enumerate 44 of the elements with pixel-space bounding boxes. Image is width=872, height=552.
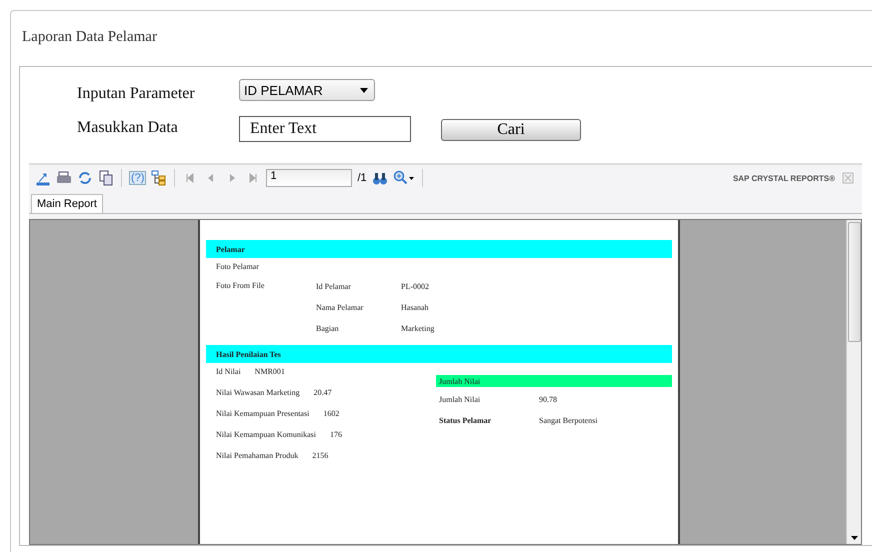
summary-value: Sangat Berpotensi (539, 416, 598, 425)
score-value: 2156 (312, 451, 328, 460)
summary-value: 90.78 (539, 395, 557, 404)
binoculars-icon[interactable] (372, 170, 388, 186)
brand-label: SAP CRYSTAL REPORTS® (732, 174, 835, 182)
score-label: Nilai Kemampuan Komunikasi (216, 430, 316, 439)
print-icon[interactable] (56, 170, 72, 186)
score-value: 176 (330, 430, 342, 439)
data-input-field[interactable]: Enter Text (239, 116, 411, 142)
scroll-down-icon[interactable] (850, 536, 858, 540)
report-tab[interactable]: Main Report (31, 194, 103, 213)
copy-icon[interactable] (98, 170, 114, 186)
section-header: Pelamar (206, 240, 672, 258)
tree-icon[interactable] (151, 170, 168, 186)
report-text: Foto Pelamar (216, 262, 259, 271)
field-value: PL-0002 (401, 282, 429, 291)
section-header: Hasil Penilaian Tes (206, 345, 672, 363)
field-label: Nama Pelamar (316, 303, 364, 312)
score-value: 20.47 (314, 388, 332, 397)
field-label: Id Pelamar (316, 282, 351, 291)
zoom-icon[interactable] (392, 170, 415, 186)
summary-label: Jumlah Nilai (439, 395, 480, 404)
field-label: Bagian (316, 324, 339, 333)
field-label: Inputan Parameter (77, 85, 196, 103)
summary-label: Status Pelamar (439, 416, 492, 425)
score-value: NMR001 (254, 367, 285, 376)
page-number-field[interactable]: 1 (266, 169, 352, 187)
field-value: Marketing (401, 324, 434, 333)
score-label: Nilai Kemampuan Presentasi (216, 409, 310, 418)
score-value: 1602 (323, 409, 340, 418)
window-title: Laporan Data Pelamar (21, 28, 157, 47)
search-button[interactable]: Cari (441, 119, 581, 141)
summary-header: Jumlah Nilai (436, 375, 672, 387)
score-label: Id Nilai (216, 367, 241, 376)
field-value: Hasanah (401, 303, 429, 312)
score-label: Nilai Wawasan Marketing (216, 388, 300, 397)
parameter-dropdown[interactable]: ID PELAMAR (239, 79, 375, 101)
page-total: /1 (357, 172, 367, 184)
scrollbar[interactable] (846, 220, 861, 544)
score-label: Nilai Pemahaman Produk (216, 451, 298, 460)
dropdown-caret-icon (360, 88, 368, 92)
field-label: Masukkan Data (77, 119, 179, 137)
report-text: Foto From File (216, 281, 264, 290)
refresh-icon[interactable] (77, 170, 93, 186)
